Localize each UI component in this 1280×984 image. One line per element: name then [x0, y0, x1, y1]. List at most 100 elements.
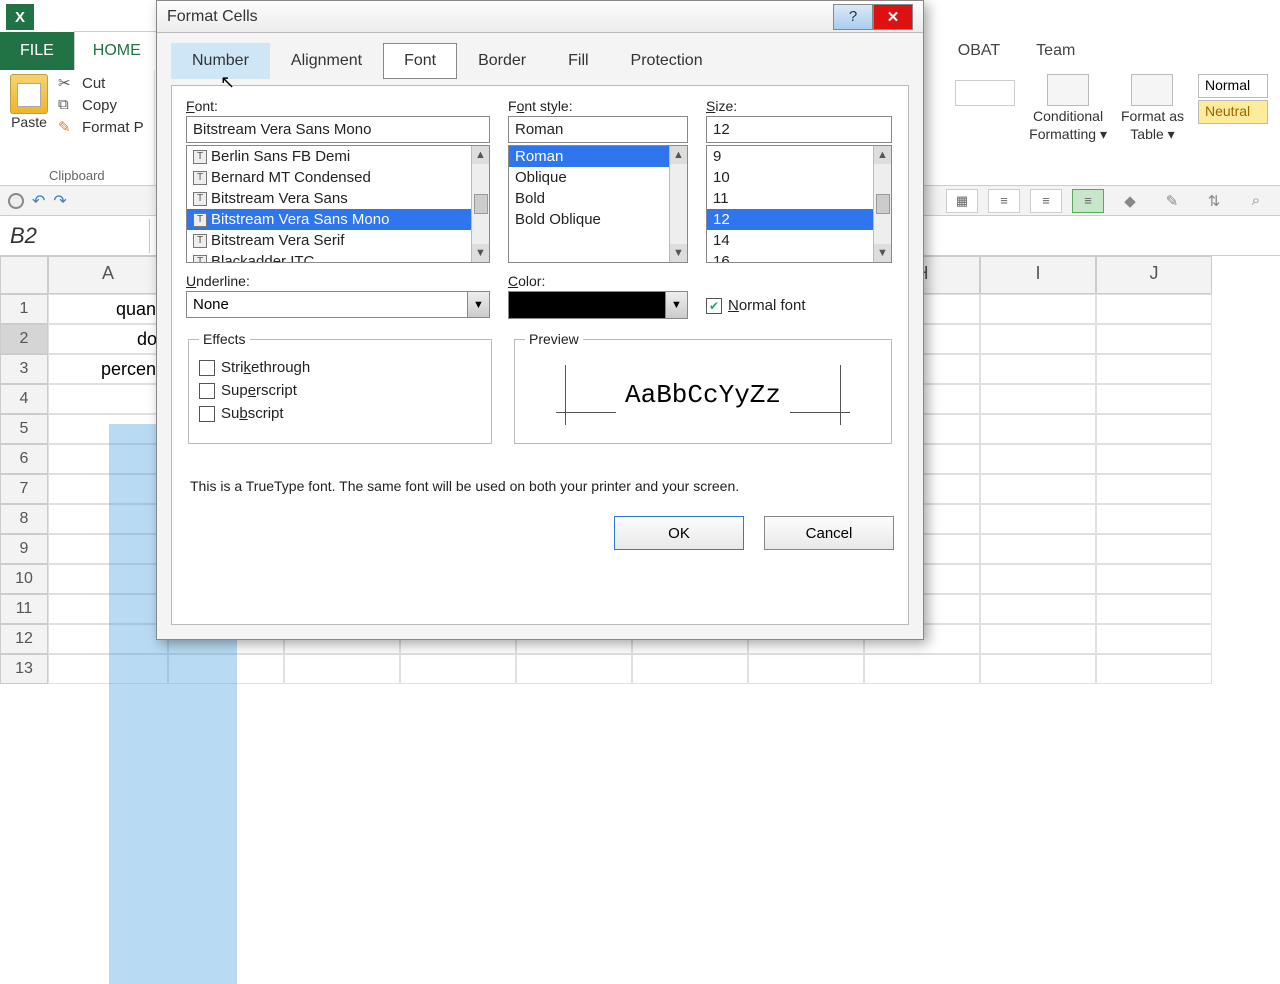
superscript-checkbox[interactable]: Superscript	[199, 382, 481, 399]
tab-team[interactable]: Team	[1018, 32, 1093, 70]
sort-icon[interactable]: ⇅	[1198, 189, 1230, 213]
font-listbox[interactable]: Berlin Sans FB DemiBernard MT CondensedB…	[186, 145, 490, 263]
record-macro-icon[interactable]	[8, 193, 24, 209]
cell[interactable]	[48, 564, 168, 594]
cell[interactable]	[1096, 384, 1212, 414]
scroll-thumb[interactable]	[474, 194, 488, 214]
list-item[interactable]: Bold Oblique	[509, 209, 669, 230]
list-item[interactable]: Bitstream Vera Sans Mono	[187, 209, 471, 230]
cell[interactable]	[1096, 444, 1212, 474]
list-item[interactable]: 12	[707, 209, 873, 230]
row-header[interactable]: 3	[0, 354, 48, 384]
list-item[interactable]: Roman	[509, 146, 669, 167]
list-item[interactable]: Berlin Sans FB Demi	[187, 146, 471, 167]
cell[interactable]	[980, 534, 1096, 564]
cell[interactable]: dol	[48, 324, 168, 354]
redo-button[interactable]	[53, 191, 66, 211]
cell[interactable]	[1096, 414, 1212, 444]
cell[interactable]	[400, 654, 516, 684]
cell[interactable]	[980, 474, 1096, 504]
row-header[interactable]: 11	[0, 594, 48, 624]
cell[interactable]	[980, 564, 1096, 594]
list-item[interactable]: Bernard MT Condensed	[187, 167, 471, 188]
cell[interactable]	[284, 654, 400, 684]
list-item[interactable]: 14	[707, 230, 873, 251]
list-item[interactable]: 9	[707, 146, 873, 167]
format-painter-button[interactable]: Format P	[58, 118, 144, 136]
cell[interactable]	[48, 444, 168, 474]
scroll-up-icon[interactable]: ▲	[472, 146, 489, 164]
align-center-button[interactable]: ≡	[1030, 189, 1062, 213]
size-scrollbar[interactable]: ▲ ▼	[873, 146, 891, 262]
list-item[interactable]: Bitstream Vera Sans	[187, 188, 471, 209]
font-style-listbox[interactable]: RomanObliqueBoldBold Oblique ▲ ▼	[508, 145, 688, 263]
row-header[interactable]: 8	[0, 504, 48, 534]
row-header[interactable]: 7	[0, 474, 48, 504]
select-all-corner[interactable]	[0, 256, 48, 294]
list-item[interactable]: Bold	[509, 188, 669, 209]
cell[interactable]	[980, 504, 1096, 534]
tab-acrobat[interactable]: OBAT	[940, 32, 1018, 70]
tab-alignment[interactable]: Alignment	[270, 43, 383, 79]
row-header[interactable]: 10	[0, 564, 48, 594]
align-right-button[interactable]: ≡	[1072, 189, 1104, 213]
chevron-down-icon[interactable]: ▼	[666, 291, 688, 319]
cell[interactable]	[1096, 474, 1212, 504]
cell[interactable]	[1096, 594, 1212, 624]
cell[interactable]	[48, 654, 168, 684]
cell[interactable]	[1096, 354, 1212, 384]
fill-color-icon[interactable]: ◆	[1114, 189, 1146, 213]
cell-styles-gallery[interactable]: Normal Neutral	[1198, 74, 1268, 124]
font-name-combo-partial[interactable]	[955, 80, 1015, 106]
clear-icon[interactable]: ✎	[1156, 189, 1188, 213]
tab-file[interactable]: FILE	[0, 32, 74, 70]
ok-button[interactable]: OK	[614, 516, 744, 550]
tab-protection[interactable]: Protection	[610, 43, 724, 79]
font-style-input[interactable]	[508, 116, 688, 143]
name-box[interactable]: B2	[0, 219, 150, 253]
cell[interactable]	[1096, 654, 1212, 684]
scroll-thumb[interactable]	[876, 194, 890, 214]
style-normal[interactable]: Normal	[1198, 74, 1268, 98]
copy-button[interactable]: Copy	[58, 96, 144, 114]
row-header[interactable]: 2	[0, 324, 48, 354]
cell[interactable]	[48, 384, 168, 414]
scroll-down-icon[interactable]: ▼	[472, 244, 489, 262]
align-grid-icon[interactable]: ▦	[946, 189, 978, 213]
list-item[interactable]: 16	[707, 251, 873, 263]
col-header-a[interactable]: A	[48, 256, 168, 294]
list-item[interactable]: 10	[707, 167, 873, 188]
cell[interactable]	[48, 414, 168, 444]
align-left-button[interactable]: ≡	[988, 189, 1020, 213]
dialog-close-button[interactable]: ✕	[873, 4, 913, 30]
cell[interactable]	[168, 654, 284, 684]
cell[interactable]	[980, 294, 1096, 324]
tab-font[interactable]: Font	[383, 43, 457, 79]
strikethrough-checkbox[interactable]: Strikethrough	[199, 359, 481, 376]
size-input[interactable]	[706, 116, 892, 143]
row-header[interactable]: 4	[0, 384, 48, 414]
scroll-down-icon[interactable]: ▼	[670, 244, 687, 262]
underline-combo[interactable]: ▼	[186, 291, 490, 318]
cell[interactable]	[48, 594, 168, 624]
font-input[interactable]	[186, 116, 490, 143]
paste-button[interactable]: Paste	[10, 74, 48, 136]
cell[interactable]	[1096, 564, 1212, 594]
tab-number[interactable]: Number	[171, 43, 270, 79]
font-scrollbar[interactable]: ▲ ▼	[471, 146, 489, 262]
subscript-checkbox[interactable]: Subscript	[199, 405, 481, 422]
cell[interactable]	[1096, 324, 1212, 354]
scroll-up-icon[interactable]: ▲	[670, 146, 687, 164]
cell[interactable]	[864, 654, 980, 684]
tab-home[interactable]: HOME	[74, 31, 160, 70]
color-combo[interactable]: ▼	[508, 291, 688, 319]
cell[interactable]	[1096, 624, 1212, 654]
row-header[interactable]: 12	[0, 624, 48, 654]
dialog-help-button[interactable]: ?	[833, 4, 873, 30]
cell[interactable]	[980, 444, 1096, 474]
list-item[interactable]: Oblique	[509, 167, 669, 188]
cell[interactable]	[980, 594, 1096, 624]
cut-button[interactable]: Cut	[58, 74, 144, 92]
normal-font-checkbox[interactable]: Normal font	[706, 297, 894, 314]
cell[interactable]	[48, 474, 168, 504]
